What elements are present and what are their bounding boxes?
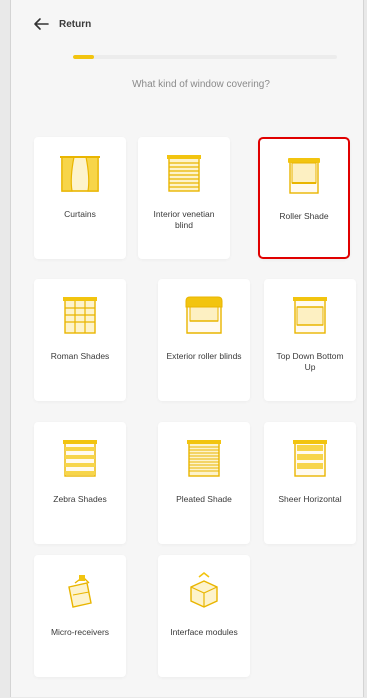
app-screen: Return What kind of window covering? Cur… [10,0,364,697]
interface-module-icon [190,571,218,608]
option-card-curtains[interactable]: Curtains [34,137,126,259]
roller-shade-icon [288,158,320,194]
option-card-sheer-horizontal[interactable]: Sheer Horizontal [264,422,356,544]
progress-fill [73,55,95,59]
option-label: Exterior roller blinds [166,351,242,361]
option-label: Pleated Shade [176,494,232,504]
option-label: Top Down Bottom Up [276,351,344,372]
option-card-roller-shade[interactable]: Roller Shade [258,137,350,259]
option-label: Zebra Shades [53,494,107,504]
option-label: Sheer Horizontal [278,494,342,504]
zebra-shade-icon [63,440,97,477]
sheer-horizontal-icon [293,440,327,477]
top-down-bottom-up-icon [293,297,327,334]
question-text: What kind of window covering? [132,79,270,90]
option-card-top-down-bottom-up[interactable]: Top Down Bottom Up [264,279,356,401]
option-label: Roman Shades [50,351,110,361]
exterior-roller-blind-icon [185,296,223,334]
option-label: Interior venetian blind [153,209,215,230]
pleated-shade-icon [187,440,221,477]
back-button[interactable]: Return [33,14,91,34]
option-card-pleated-shade[interactable]: Pleated Shade [158,422,250,544]
option-label: Curtains [64,209,96,219]
curtains-icon [60,156,100,192]
option-card-interior-venetian-blind[interactable]: Interior venetian blind [138,137,230,259]
option-label: Roller Shade [279,211,329,221]
micro-receiver-icon [68,575,92,608]
back-arrow-icon [34,18,49,30]
venetian-blind-icon [167,155,201,192]
back-label: Return [59,18,92,30]
option-card-exterior-roller-blinds[interactable]: Exterior roller blinds [158,279,250,401]
roman-shade-icon [63,297,97,334]
option-label: Micro-receivers [50,627,110,637]
option-card-zebra-shades[interactable]: Zebra Shades [34,422,126,544]
option-card-interface-modules[interactable]: Interface modules [158,555,250,677]
progress-bar [73,55,337,59]
option-label: Interface modules [170,627,238,637]
option-card-roman-shades[interactable]: Roman Shades [34,279,126,401]
option-card-micro-receivers[interactable]: Micro-receivers [34,555,126,677]
